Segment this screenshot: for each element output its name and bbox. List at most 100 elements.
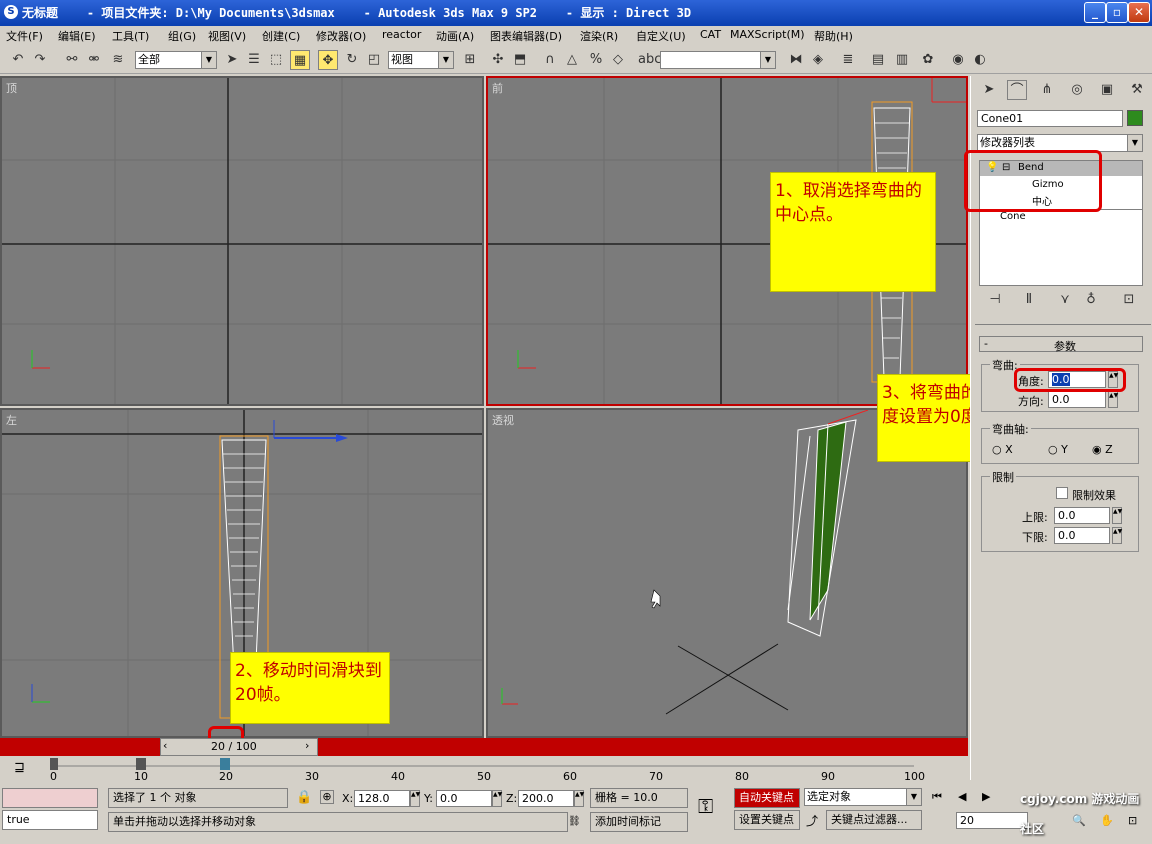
unlink-icon[interactable]: ⚮ xyxy=(84,50,104,70)
minimize-button[interactable]: _ xyxy=(1084,2,1106,23)
window-crossing-icon[interactable]: ▦ xyxy=(290,50,310,70)
menu-edit[interactable]: 编辑(E) xyxy=(58,28,96,44)
lock-icon[interactable]: 🔒 xyxy=(296,790,312,805)
select-object-icon[interactable]: ➤ xyxy=(222,50,242,70)
key-filters-button[interactable]: 关键点过滤器... xyxy=(826,810,922,830)
goto-start-icon[interactable]: ⏮ xyxy=(932,790,942,804)
render-scene-icon[interactable]: ◉ xyxy=(948,50,968,70)
spinner-snap-icon[interactable]: ◇ xyxy=(608,50,628,70)
manipulate-icon[interactable]: ✣ xyxy=(488,50,508,70)
select-scale-icon[interactable]: ◰ xyxy=(364,50,384,70)
link-icon[interactable]: ⚯ xyxy=(62,50,82,70)
menu-group[interactable]: 组(G) xyxy=(168,28,196,44)
schematic-view-icon[interactable]: ▥ xyxy=(892,50,912,70)
pan-icon[interactable]: ✋ xyxy=(1100,814,1114,827)
angle-snap-icon[interactable]: △ xyxy=(562,50,582,70)
align-icon[interactable]: ◈ xyxy=(808,50,828,70)
keyboard-shortcut-icon[interactable]: ⬒ xyxy=(510,50,530,70)
direction-input[interactable]: 0.0 xyxy=(1048,391,1106,408)
remove-modifier-icon[interactable]: ♁ xyxy=(1081,290,1101,310)
menu-maxscript[interactable]: MAXScript(M) xyxy=(730,28,805,41)
create-tab-icon[interactable]: ➤ xyxy=(979,80,999,100)
close-button[interactable]: ✕ xyxy=(1128,2,1150,23)
menu-tools[interactable]: 工具(T) xyxy=(112,28,149,44)
axis-y-radio[interactable]: ○ Y xyxy=(1048,443,1068,456)
rect-selection-icon[interactable]: ⬚ xyxy=(266,50,286,70)
z-spinner[interactable]: ▲▼ xyxy=(574,790,584,807)
limit-effect-checkbox[interactable] xyxy=(1056,487,1068,499)
configure-sets-icon[interactable]: ⊡ xyxy=(1119,290,1139,310)
curve-editor-icon[interactable]: ▤ xyxy=(868,50,888,70)
menu-file[interactable]: 文件(F) xyxy=(6,28,43,44)
motion-tab-icon[interactable]: ◎ xyxy=(1067,80,1087,100)
quick-render-icon[interactable]: ◐ xyxy=(970,50,990,70)
prev-frame-icon[interactable]: ‹ xyxy=(163,739,167,752)
absolute-mode-icon[interactable]: ⊕ xyxy=(320,790,334,804)
bind-spacewarp-icon[interactable]: ≋ xyxy=(108,50,128,70)
selection-filter-dropdown[interactable]: 全部 xyxy=(135,51,217,69)
add-time-tag[interactable]: 添加时间标记 xyxy=(590,812,688,832)
upper-limit-spinner[interactable]: ▲▼ xyxy=(1112,507,1122,524)
current-frame-input[interactable]: 20 xyxy=(956,812,1028,829)
menu-modifiers[interactable]: 修改器(O) xyxy=(316,28,366,44)
menu-reactor[interactable]: reactor xyxy=(382,28,421,41)
select-by-name-icon[interactable]: ☰ xyxy=(244,50,264,70)
object-color-swatch[interactable] xyxy=(1127,110,1143,126)
menu-help[interactable]: 帮助(H) xyxy=(814,28,853,44)
undo-icon[interactable]: ↶ xyxy=(8,50,28,70)
maximize-button[interactable]: ▫ xyxy=(1106,2,1128,23)
display-tab-icon[interactable]: ▣ xyxy=(1097,80,1117,100)
x-spinner[interactable]: ▲▼ xyxy=(410,790,420,807)
utilities-tab-icon[interactable]: ⚒ xyxy=(1127,80,1147,100)
prev-key-icon[interactable]: ◀ xyxy=(958,790,966,803)
set-key-icon[interactable]: ⚿ xyxy=(698,794,713,818)
viewport-top[interactable]: 顶 xyxy=(0,76,484,406)
mirror-icon[interactable]: ⧓ xyxy=(786,50,806,70)
make-unique-icon[interactable]: ⋎ xyxy=(1055,290,1075,310)
y-spinner[interactable]: ▲▼ xyxy=(492,790,502,807)
redo-icon[interactable]: ↷ xyxy=(30,50,50,70)
object-name-field[interactable]: Cone01 xyxy=(977,110,1123,127)
axis-z-radio[interactable]: ◉ Z xyxy=(1092,443,1113,456)
pivot-center-icon[interactable]: ⊞ xyxy=(460,50,480,70)
auto-key-button[interactable]: 自动关键点 xyxy=(734,788,800,808)
pin-stack-icon[interactable]: ⊣ xyxy=(985,290,1005,310)
ref-coord-dropdown[interactable]: 视图 xyxy=(388,51,454,69)
menu-animation[interactable]: 动画(A) xyxy=(436,28,474,44)
select-rotate-icon[interactable]: ↻ xyxy=(342,50,362,70)
next-frame-icon[interactable]: › xyxy=(305,739,309,752)
app-icon[interactable]: S xyxy=(4,5,18,19)
show-end-result-icon[interactable]: Ⅱ xyxy=(1019,290,1039,310)
key-mode-dropdown[interactable]: 选定对象 xyxy=(804,788,922,806)
maxscript-listener[interactable]: true xyxy=(2,810,98,830)
maxscript-listener-top[interactable] xyxy=(2,788,98,808)
menu-customize[interactable]: 自定义(U) xyxy=(636,28,686,44)
params-rollout-header[interactable]: - 参数 xyxy=(979,336,1143,353)
layer-manager-icon[interactable]: ≣ xyxy=(838,50,858,70)
axis-x-radio[interactable]: ○ X xyxy=(992,443,1013,456)
x-coord-input[interactable]: 128.0 xyxy=(354,790,410,807)
direction-spinner[interactable]: ▲▼ xyxy=(1108,391,1118,408)
percent-snap-icon[interactable]: % xyxy=(586,50,606,70)
stack-item-cone[interactable]: Cone xyxy=(1000,211,1026,222)
hierarchy-tab-icon[interactable]: ⋔ xyxy=(1037,80,1057,100)
track-bar[interactable]: ⊒ 0 10 20 30 40 50 60 70 80 90 100 xyxy=(0,756,970,784)
menu-graph-editors[interactable]: 图表编辑器(D) xyxy=(490,28,562,44)
menu-views[interactable]: 视图(V) xyxy=(208,28,246,44)
z-coord-input[interactable]: 200.0 xyxy=(518,790,574,807)
edit-named-selection-icon[interactable]: abc xyxy=(638,50,661,70)
material-editor-icon[interactable]: ✿ xyxy=(918,50,938,70)
menu-rendering[interactable]: 渲染(R) xyxy=(580,28,618,44)
time-tag-icon[interactable]: ⛓ xyxy=(568,816,581,827)
snap-toggle-icon[interactable]: ∩ xyxy=(540,50,560,70)
modify-tab-icon[interactable]: ⌒ xyxy=(1007,80,1027,100)
menu-cat[interactable]: CAT xyxy=(700,28,721,41)
set-key-button[interactable]: 设置关键点 xyxy=(734,810,800,830)
time-slider[interactable]: ‹ 20 / 100 › xyxy=(160,738,318,756)
named-selection-dropdown[interactable] xyxy=(660,51,776,69)
key-tangent-icon[interactable]: ⤴ xyxy=(806,812,818,829)
play-icon[interactable]: ▶ xyxy=(982,790,990,803)
y-coord-input[interactable]: 0.0 xyxy=(436,790,492,807)
lower-limit-spinner[interactable]: ▲▼ xyxy=(1112,527,1122,544)
zoom-icon[interactable]: 🔍 xyxy=(1072,814,1086,827)
